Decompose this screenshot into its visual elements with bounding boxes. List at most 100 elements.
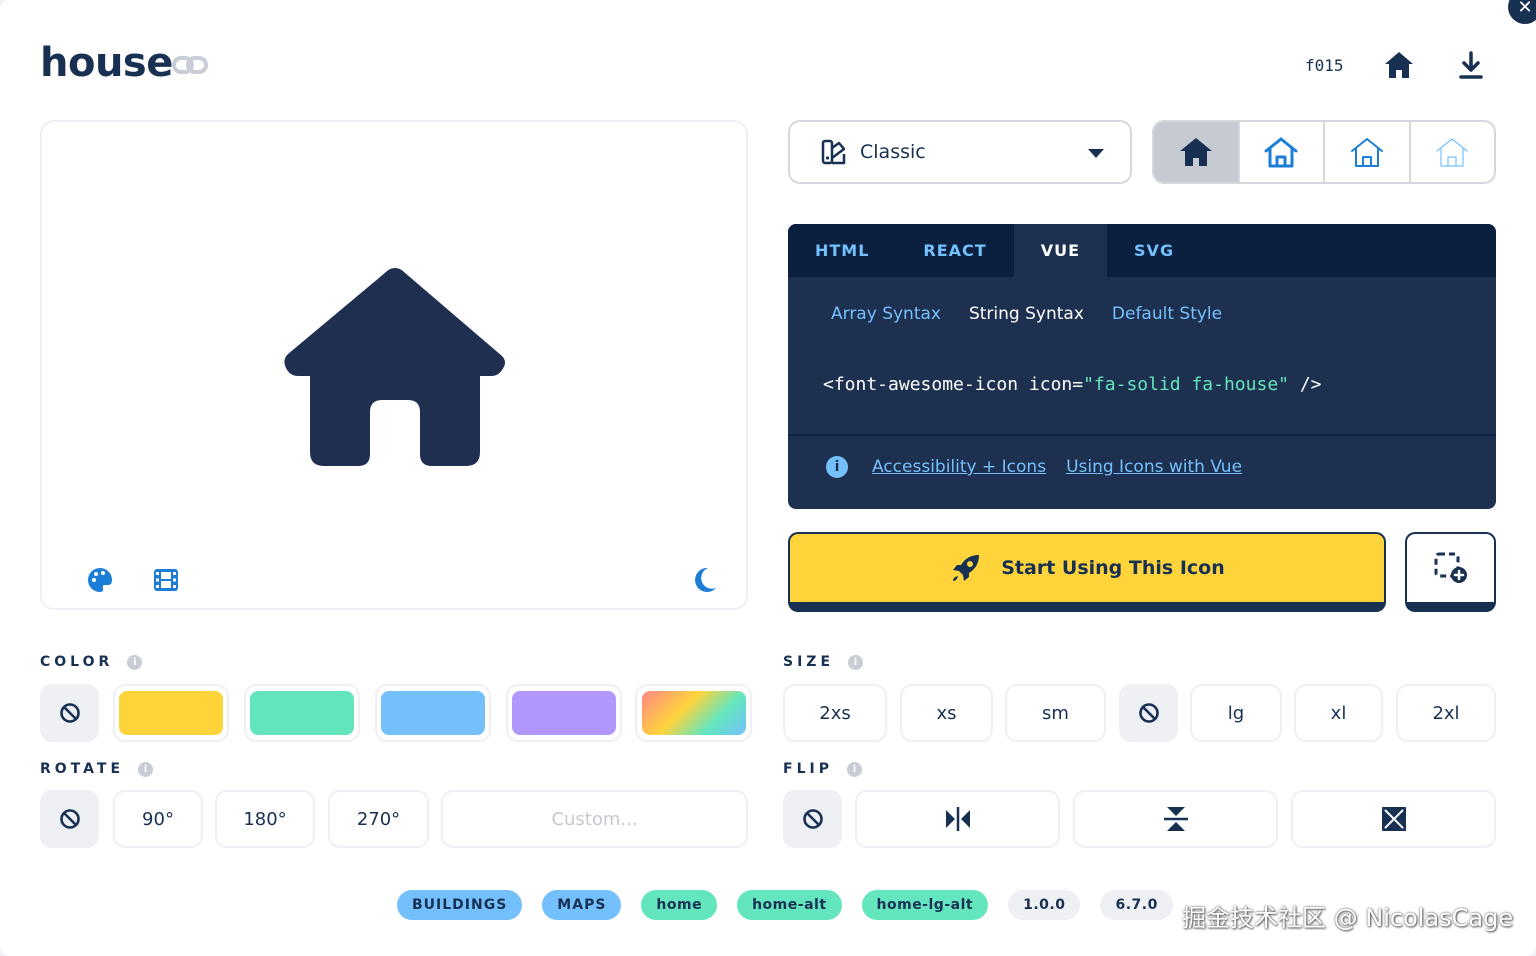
color-blue-button[interactable] [375,684,491,742]
code-snippet[interactable]: <font-awesome-icon icon="fa-solid fa-hou… [823,374,1322,395]
rocket-icon [953,555,980,581]
subtab-string-syntax[interactable]: String Syntax [969,304,1084,324]
tag-alias: home [641,890,718,920]
flip-both-button[interactable] [1291,790,1496,848]
unicode-value[interactable]: f015 [1305,56,1344,75]
tab-svg[interactable]: SVG [1107,224,1201,277]
link-using-icons-vue[interactable]: Using Icons with Vue [1066,457,1242,477]
film-icon[interactable] [152,566,180,594]
house-light-icon [1350,138,1383,167]
subtab-array-syntax[interactable]: Array Syntax [831,304,941,324]
flip-label: FLIP [783,761,833,777]
color-green-button[interactable] [244,684,360,742]
size-xl-button[interactable]: xl [1294,684,1383,742]
house-preview-icon [284,268,505,466]
house-regular-icon [1264,137,1298,168]
size-lg-button[interactable]: lg [1190,684,1282,742]
rotate-180-button[interactable]: 180° [215,790,315,848]
code-tag-close: /> [1289,374,1322,395]
tag-list: BUILDINGS MAPS home home-alt home-lg-alt… [397,890,1173,920]
color-none-button[interactable] [40,684,99,742]
color-yellow-button[interactable] [113,684,229,742]
size-section-label: SIZE i [783,654,864,670]
start-using-label: Start Using This Icon [1001,557,1225,579]
tag-alias: home-lg-alt [861,890,989,920]
style-thin-button[interactable] [1411,122,1495,182]
size-2xs-button[interactable]: 2xs [783,684,887,742]
flip-both-icon [1381,807,1406,831]
rotate-custom-input[interactable]: Custom... [441,790,748,848]
code-value: "fa-solid fa-house" [1083,374,1289,395]
watermark: 掘金技术社区 @ NicolasCage [1182,904,1514,932]
link-icon[interactable] [172,52,208,78]
palette-icon[interactable] [86,566,114,594]
rotate-label: ROTATE [40,761,125,777]
size-2xl-button[interactable]: 2xl [1396,684,1496,742]
info-icon[interactable]: i [138,761,154,777]
syntax-tabs: Array Syntax String Syntax Default Style [831,304,1222,324]
flip-vertical-button[interactable] [1073,790,1278,848]
color-purple-button[interactable] [506,684,622,742]
start-using-button[interactable]: Start Using This Icon [788,532,1386,612]
icon-preview-panel [40,120,748,610]
size-xs-button[interactable]: xs [900,684,993,742]
info-icon[interactable]: i [127,654,143,670]
style-selector [1152,120,1496,184]
icon-title: house [40,40,173,86]
size-label: SIZE [783,654,835,670]
color-swatch [641,691,746,735]
house-thin-icon [1436,138,1468,167]
house-glyph-icon[interactable] [1383,50,1415,80]
flip-vertical-icon [1163,807,1188,831]
info-icon[interactable]: i [846,761,862,777]
ban-icon [1138,703,1159,723]
house-solid-icon [1179,138,1212,166]
color-swatch [512,691,616,735]
download-icon[interactable] [1457,50,1485,80]
style-regular-button[interactable] [1240,122,1325,182]
tab-react[interactable]: REACT [896,224,1013,277]
tab-vue[interactable]: VUE [1013,224,1108,277]
rotate-90-button[interactable]: 90° [113,790,203,848]
help-links: i Accessibility + Icons Using Icons with… [826,456,1242,478]
moon-icon[interactable] [690,566,718,594]
tag-category[interactable]: BUILDINGS [397,890,523,920]
size-sm-button[interactable]: sm [1005,684,1106,742]
code-tag-open: <font-awesome-icon icon= [823,374,1084,395]
ban-icon [59,703,80,723]
swatchbook-icon [821,139,846,165]
color-swatch [119,691,223,735]
code-panel: HTML REACT VUE SVG Array Syntax String S… [788,224,1496,509]
tag-alias: home-alt [737,890,842,920]
add-to-kit-button[interactable] [1405,532,1496,612]
flip-section-label: FLIP i [783,761,862,777]
ban-icon [802,809,823,829]
style-light-button[interactable] [1325,122,1411,182]
rotate-270-button[interactable]: 270° [328,790,429,848]
tag-category[interactable]: MAPS [542,890,622,920]
chevron-down-icon [1088,149,1104,158]
rotate-section-label: ROTATE i [40,761,154,777]
subtab-default-style[interactable]: Default Style [1112,304,1222,324]
flip-horizontal-icon [945,807,970,831]
square-dashed-circle-plus-icon [1434,552,1467,583]
info-icon[interactable]: i [848,654,864,670]
color-label: COLOR [40,654,114,670]
flip-none-button[interactable] [783,790,842,848]
color-custom-button[interactable] [635,684,752,742]
family-select[interactable]: Classic [788,120,1132,184]
tag-version: 1.0.0 [1008,890,1081,920]
style-solid-button[interactable] [1154,122,1240,182]
flip-horizontal-button[interactable] [855,790,1060,848]
tag-version: 6.7.0 [1100,890,1173,920]
color-swatch [381,691,485,735]
color-swatch [250,691,354,735]
tab-html[interactable]: HTML [788,224,896,277]
size-none-button[interactable] [1119,684,1178,742]
icon-detail-modal: ✕ house f015 Classic HTML REACT VUE SVG … [0,0,1536,956]
info-circle-icon: i [826,456,848,478]
close-icon[interactable]: ✕ [1508,0,1536,24]
family-label: Classic [860,141,926,163]
rotate-none-button[interactable] [40,790,99,848]
link-accessibility[interactable]: Accessibility + Icons [872,457,1046,477]
